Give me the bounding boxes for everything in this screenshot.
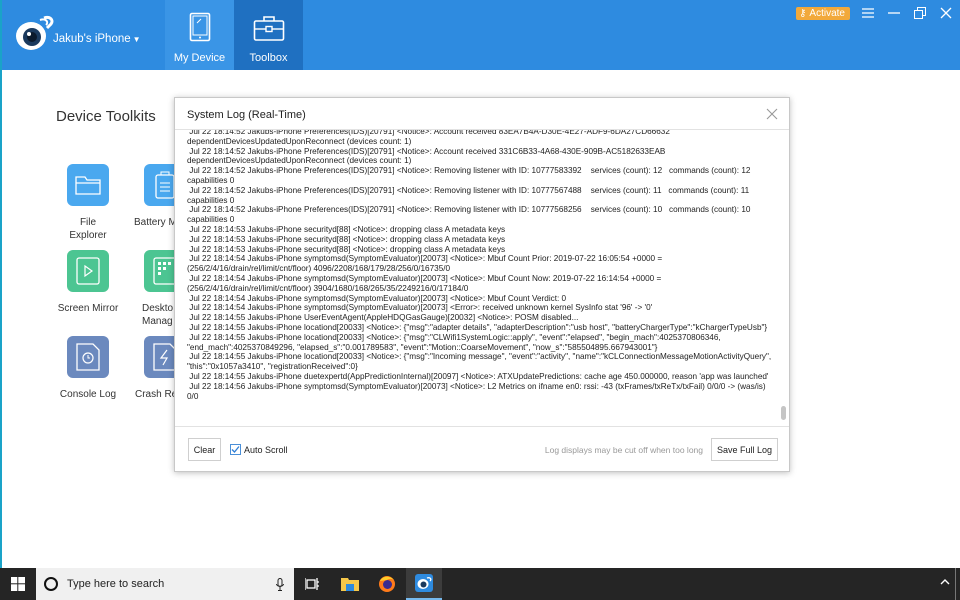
menu-button[interactable] bbox=[860, 5, 876, 21]
taskbar: Type here to search bbox=[0, 568, 960, 600]
tablet-icon bbox=[189, 12, 210, 42]
chevron-up-icon[interactable] bbox=[940, 578, 950, 586]
file-explorer-icon bbox=[341, 578, 359, 591]
tool-screen-mirror[interactable]: Screen Mirror bbox=[48, 250, 128, 315]
tool-tile bbox=[67, 250, 109, 292]
log-line: Jul 22 18:14:54 Jakubs-iPhone symptomsd(… bbox=[187, 273, 664, 293]
device-name-label: Jakub's iPhone bbox=[53, 33, 131, 45]
tool-desktop-manager[interactable]: Deskto Manag bbox=[124, 250, 178, 328]
tool-tile bbox=[144, 164, 178, 206]
battery-icon bbox=[155, 171, 175, 199]
system-log-dialog: System Log (Real-Time) Jul 22 18:14:52 J… bbox=[174, 97, 790, 472]
header-bar: Jakub's iPhone ▼ My Device Toolbox ⚷ Act… bbox=[2, 0, 960, 70]
log-line: Jul 22 18:14:52 Jakubs-iPhone Preference… bbox=[187, 146, 668, 166]
auto-scroll-label: Auto Scroll bbox=[244, 444, 288, 455]
log-line: Jul 22 18:14:56 Jakubs-iPhone symptomsd(… bbox=[187, 381, 768, 401]
restore-button[interactable] bbox=[912, 5, 928, 21]
tool-file-explorer[interactable]: File Explorer bbox=[48, 164, 128, 242]
microphone-icon[interactable] bbox=[276, 577, 284, 591]
log-line: Jul 22 18:14:55 Jakubs-iPhone duetexpert… bbox=[187, 371, 769, 381]
log-line: Jul 22 18:14:52 Jakubs-iPhone Preference… bbox=[187, 205, 753, 225]
minimize-icon bbox=[888, 12, 900, 14]
save-full-log-button[interactable]: Save Full Log bbox=[711, 438, 778, 461]
close-button[interactable] bbox=[938, 5, 954, 21]
log-line: Jul 22 18:14:52 Jakubs-iPhone Preference… bbox=[187, 130, 673, 146]
toolkits-title: Device Toolkits bbox=[56, 108, 156, 125]
tool-tile bbox=[67, 336, 109, 378]
tool-console-log[interactable]: Console Log bbox=[48, 336, 128, 401]
taskbar-search[interactable]: Type here to search bbox=[36, 568, 294, 600]
log-line: Jul 22 18:14:54 Jakubs-iPhone symptomsd(… bbox=[187, 303, 653, 313]
tool-label: Deskto Manag bbox=[142, 303, 174, 327]
tool-label: File Explorer bbox=[69, 217, 107, 241]
checkbox[interactable] bbox=[230, 444, 241, 455]
tab-label: Toolbox bbox=[249, 52, 288, 64]
task-view-icon bbox=[305, 578, 319, 590]
log-line: Jul 22 18:14:55 Jakubs-iPhone locationd[… bbox=[187, 332, 723, 352]
itools-icon bbox=[415, 574, 433, 592]
itools-button[interactable] bbox=[406, 568, 442, 600]
firefox-button[interactable] bbox=[369, 568, 405, 600]
key-icon: ⚷ bbox=[799, 7, 807, 19]
briefcase-icon bbox=[253, 16, 284, 41]
hamburger-icon bbox=[862, 8, 874, 18]
cortana-icon bbox=[44, 577, 58, 591]
device-selector[interactable]: Jakub's iPhone ▼ bbox=[53, 33, 141, 45]
search-placeholder: Type here to search bbox=[67, 578, 165, 590]
log-lines: Jul 22 18:14:52 Jakubs-iPhone Preference… bbox=[187, 130, 772, 401]
app-window: Jakub's iPhone ▼ My Device Toolbox ⚷ Act… bbox=[0, 0, 960, 568]
restore-icon bbox=[914, 7, 926, 19]
scrollbar-thumb[interactable] bbox=[781, 406, 786, 420]
log-line: Jul 22 18:14:52 Jakubs-iPhone Preference… bbox=[187, 185, 752, 205]
close-icon[interactable] bbox=[765, 107, 779, 121]
truncation-note: Log displays may be cut off when too lon… bbox=[544, 445, 703, 455]
folder-icon bbox=[75, 176, 101, 195]
log-line: Jul 22 18:14:53 Jakubs-iPhone securityd[… bbox=[187, 234, 506, 244]
divider bbox=[175, 426, 789, 427]
log-line: Jul 22 18:14:54 Jakubs-iPhone symptomsd(… bbox=[187, 254, 665, 274]
log-line: Jul 22 18:14:53 Jakubs-iPhone securityd[… bbox=[187, 224, 506, 234]
clock-file-icon bbox=[76, 343, 100, 371]
firefox-icon bbox=[379, 576, 395, 592]
tool-label: Crash Re bbox=[135, 389, 178, 400]
show-desktop-button[interactable] bbox=[955, 568, 956, 600]
log-line: Jul 22 18:14:55 Jakubs-iPhone locationd[… bbox=[187, 322, 768, 332]
tool-tile bbox=[67, 164, 109, 206]
auto-scroll-checkbox[interactable]: Auto Scroll bbox=[230, 444, 288, 455]
tool-label: Screen Mirror bbox=[57, 303, 119, 314]
task-view-button[interactable] bbox=[294, 568, 330, 600]
tool-tile bbox=[144, 250, 178, 292]
start-button[interactable] bbox=[0, 568, 36, 600]
activate-button[interactable]: ⚷ Activate bbox=[796, 6, 850, 20]
log-output[interactable]: Jul 22 18:14:52 Jakubs-iPhone Preference… bbox=[176, 130, 788, 426]
tab-label: My Device bbox=[173, 52, 226, 64]
tool-battery[interactable]: Battery M bbox=[124, 164, 178, 229]
checkmark-icon bbox=[231, 446, 240, 453]
dialog-title: System Log (Real-Time) bbox=[187, 109, 306, 121]
tool-crash-report[interactable]: Crash Re bbox=[124, 336, 178, 401]
scrollbar[interactable] bbox=[780, 130, 786, 426]
tool-label: Console Log bbox=[59, 389, 117, 400]
minimize-button[interactable] bbox=[886, 5, 902, 21]
tool-label: Battery M bbox=[134, 217, 177, 228]
activate-label: Activate bbox=[809, 7, 845, 19]
log-line: Jul 22 18:14:55 Jakubs-iPhone UserEventA… bbox=[187, 313, 579, 323]
play-icon bbox=[76, 257, 100, 285]
log-line: Jul 22 18:14:53 Jakubs-iPhone securityd[… bbox=[187, 244, 506, 254]
log-line: Jul 22 18:14:54 Jakubs-iPhone symptomsd(… bbox=[187, 293, 567, 303]
tab-my-device[interactable]: My Device bbox=[165, 0, 234, 70]
log-line: Jul 22 18:14:55 Jakubs-iPhone locationd[… bbox=[187, 352, 774, 372]
clear-button[interactable]: Clear bbox=[188, 438, 221, 461]
windows-icon bbox=[11, 577, 25, 591]
close-icon bbox=[940, 7, 952, 19]
app-logo-icon bbox=[16, 16, 54, 50]
window-controls: ⚷ Activate bbox=[796, 5, 954, 21]
caret-down-icon: ▼ bbox=[132, 35, 141, 44]
log-line: Jul 22 18:14:52 Jakubs-iPhone Preference… bbox=[187, 166, 753, 185]
tab-toolbox[interactable]: Toolbox bbox=[234, 0, 303, 70]
file-explorer-button[interactable] bbox=[332, 568, 368, 600]
tool-tile bbox=[144, 336, 178, 378]
